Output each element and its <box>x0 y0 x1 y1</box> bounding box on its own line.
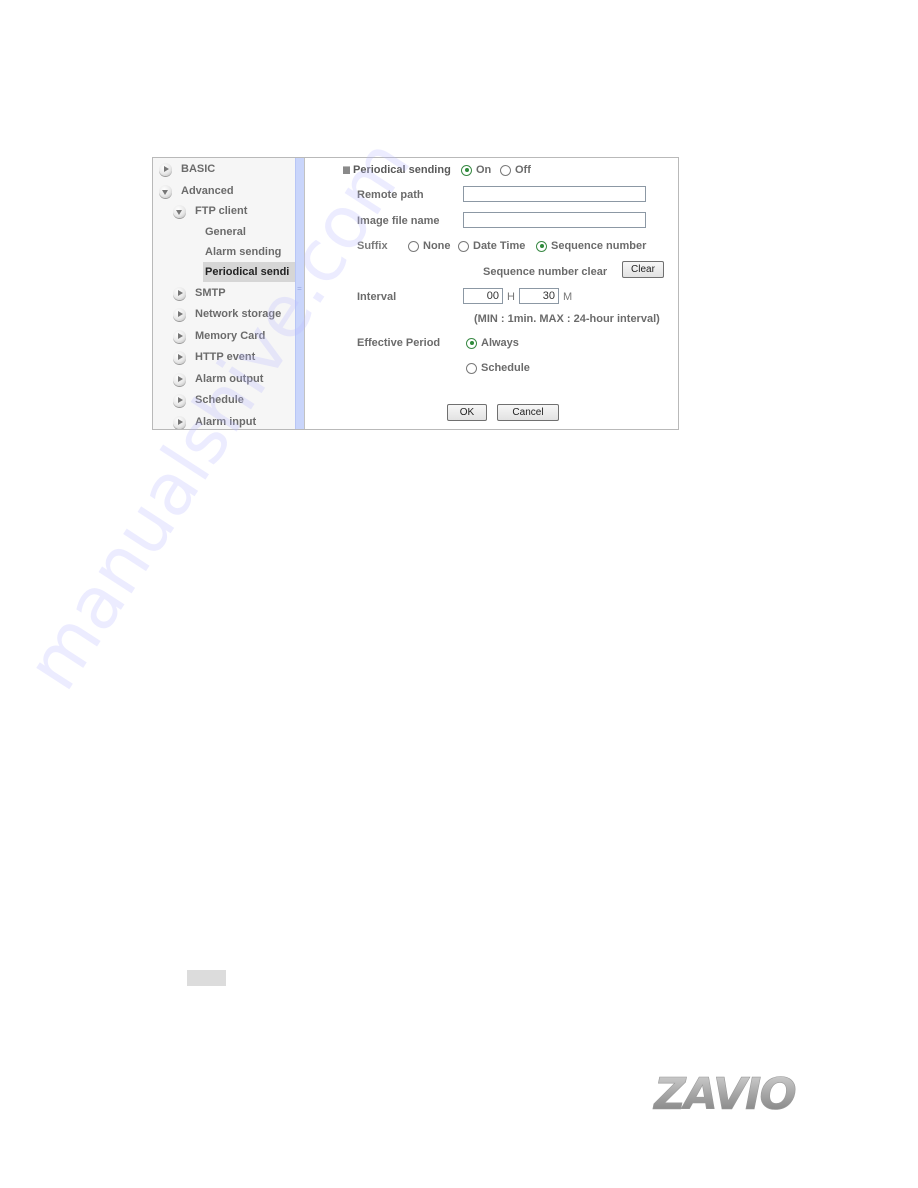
interval-hours-input[interactable] <box>463 288 503 304</box>
radio-unchecked-icon <box>466 362 477 374</box>
sidebar-item-periodical-sending[interactable]: Periodical sendi <box>203 262 295 282</box>
effective-period-label: Effective Period <box>357 337 441 349</box>
sidebar-item-label: Memory Card <box>195 330 266 342</box>
radio-unchecked-icon <box>458 240 469 252</box>
sidebar-item-label: FTP client <box>195 205 248 217</box>
arrow-down-icon <box>159 184 172 198</box>
suffix-datetime-radio[interactable]: Date Time <box>458 240 525 252</box>
interval-hint: (MIN : 1min. MAX : 24-hour interval) <box>474 313 660 325</box>
periodical-off-radio[interactable]: Off <box>500 164 531 176</box>
image-file-name-label: Image file name <box>357 215 440 227</box>
suffix-label: Suffix <box>357 240 388 252</box>
section-bullet-icon <box>343 166 350 174</box>
sidebar-item-memory-card[interactable]: Memory Card <box>173 327 265 345</box>
sidebar-item-general[interactable]: General <box>205 223 246 241</box>
radio-checked-icon <box>536 240 547 252</box>
sidebar-item-alarm-output[interactable]: Alarm output <box>173 370 263 388</box>
sidebar-nav: BASIC Advanced FTP client General Alarm … <box>153 158 295 429</box>
periodical-sending-label: Periodical sending <box>343 164 451 176</box>
sidebar-item-label: Alarm output <box>195 373 264 385</box>
interval-label: Interval <box>357 291 397 303</box>
sidebar-item-schedule[interactable]: Schedule <box>173 391 244 409</box>
periodical-sending-form: Periodical sending On Off Remote path Im… <box>304 158 678 429</box>
sidebar-item-basic[interactable]: BASIC <box>159 160 215 178</box>
sidebar-item-label: Periodical sendi <box>205 266 290 278</box>
arrow-right-icon <box>173 415 186 429</box>
effective-always-radio[interactable]: Always <box>466 337 519 349</box>
clear-button[interactable]: Clear <box>622 261 664 278</box>
settings-frame: BASIC Advanced FTP client General Alarm … <box>152 157 679 430</box>
effective-schedule-radio[interactable]: Schedule <box>466 362 530 374</box>
remote-path-label: Remote path <box>357 189 424 201</box>
frame-splitter[interactable]: = <box>295 158 304 429</box>
sidebar-item-ftp-client[interactable]: FTP client <box>173 202 247 220</box>
ok-button[interactable]: OK <box>447 404 487 421</box>
sequence-clear-label: Sequence number clear <box>483 266 608 278</box>
page-number-box <box>187 970 226 986</box>
sidebar-item-label: HTTP event <box>195 351 256 363</box>
arrow-right-icon <box>173 307 186 321</box>
sidebar-item-label: Network storage <box>195 308 282 320</box>
sidebar-item-label: Alarm input <box>195 416 257 428</box>
sidebar-item-label: Advanced <box>181 185 234 197</box>
minutes-unit-label: M <box>563 291 573 303</box>
cancel-button[interactable]: Cancel <box>497 404 559 421</box>
sidebar-item-alarm-sending[interactable]: Alarm sending <box>205 243 281 261</box>
arrow-right-icon <box>173 372 186 386</box>
sidebar-item-http-event[interactable]: HTTP event <box>173 348 255 366</box>
logo-graphic: ZAVIO <box>652 1069 798 1121</box>
arrow-right-icon <box>173 393 186 407</box>
arrow-right-icon <box>173 350 186 364</box>
sidebar-item-network-storage[interactable]: Network storage <box>173 305 281 323</box>
arrow-right-icon <box>173 286 186 300</box>
hours-unit-label: H <box>507 291 515 303</box>
sidebar-item-label: Schedule <box>195 394 244 406</box>
grip-icon: = <box>297 284 302 293</box>
radio-unchecked-icon <box>408 240 419 252</box>
suffix-sequence-radio[interactable]: Sequence number <box>536 240 646 252</box>
sidebar-item-advanced[interactable]: Advanced <box>159 182 234 200</box>
radio-checked-icon <box>466 337 477 349</box>
sidebar-item-label: General <box>205 226 246 238</box>
arrow-right-icon <box>159 162 172 176</box>
interval-minutes-input[interactable] <box>519 288 559 304</box>
radio-unchecked-icon <box>500 164 511 176</box>
arrow-down-icon <box>173 204 186 218</box>
periodical-on-radio[interactable]: On <box>461 164 491 176</box>
zavio-logo: ZAVIO <box>652 1066 817 1121</box>
sidebar-item-label: BASIC <box>181 163 216 175</box>
image-file-name-input[interactable] <box>463 212 646 228</box>
radio-checked-icon <box>461 164 472 176</box>
suffix-none-radio[interactable]: None <box>408 240 451 252</box>
sidebar-item-smtp[interactable]: SMTP <box>173 284 226 302</box>
logo-text: ZAVIO <box>652 1069 795 1116</box>
sidebar-item-label: Alarm sending <box>205 246 282 258</box>
sidebar-item-alarm-input[interactable]: Alarm input <box>173 413 256 429</box>
arrow-right-icon <box>173 329 186 343</box>
sidebar-item-label: SMTP <box>195 287 226 299</box>
remote-path-input[interactable] <box>463 186 646 202</box>
